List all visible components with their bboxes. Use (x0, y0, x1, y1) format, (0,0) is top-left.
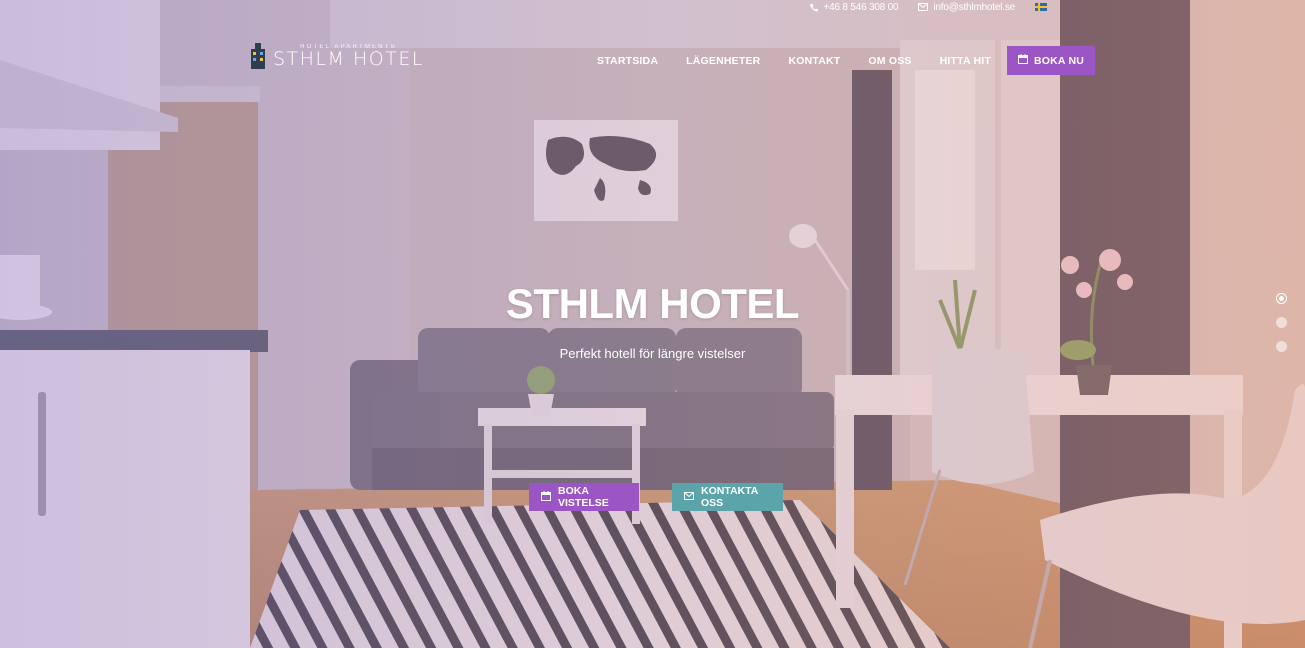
nav-item-hitta-hit[interactable]: HITTA HIT (926, 47, 1005, 75)
book-stay-label: BOKA VISTELSE (558, 485, 609, 509)
slider-dot-1[interactable] (1276, 293, 1287, 304)
envelope-icon (918, 2, 929, 12)
building-logo-icon (251, 43, 265, 69)
contact-us-button[interactable]: KONTAKTA OSS (672, 483, 783, 511)
hero-subtitle: Perfekt hotell för längre vistelser (559, 346, 746, 361)
swedish-flag-icon[interactable] (1035, 3, 1047, 11)
contact-us-label: KONTAKTA OSS (701, 485, 758, 509)
phone-icon (808, 2, 818, 12)
email-address: info@sthlmhotel.se (933, 1, 1015, 13)
logo-subtitle: HOTEL APARTMENTS (300, 43, 397, 50)
phone-number: +46 8 546 308 00 (823, 1, 899, 13)
logo-title: STHLM HOTEL (273, 47, 424, 70)
nav-item-lagenheter[interactable]: LÄGENHETER (672, 47, 774, 75)
main-navigation: STARTSIDA LÄGENHETER KONTAKT OM OSS HITT… (583, 46, 1096, 75)
calendar-icon (541, 490, 551, 504)
nav-item-startsida[interactable]: STARTSIDA (583, 47, 672, 75)
hero-title: STHLM HOTEL (505, 280, 800, 327)
nav-item-om-oss[interactable]: OM OSS (854, 47, 925, 75)
hero-section: +46 8 546 308 00 info@sthlmhotel.se HOTE… (0, 0, 1305, 648)
phone-contact[interactable]: +46 8 546 308 00 (808, 1, 899, 13)
email-contact[interactable]: info@sthlmhotel.se (918, 2, 1015, 13)
envelope-icon (684, 491, 694, 503)
book-now-button[interactable]: BOKA NU (1007, 46, 1096, 75)
top-contact-bar: +46 8 546 308 00 info@sthlmhotel.se (808, 0, 1047, 14)
slider-pagination (1276, 293, 1287, 352)
book-now-label: BOKA NU (1034, 54, 1085, 67)
calendar-icon (1018, 47, 1028, 75)
slider-dot-3[interactable] (1276, 341, 1287, 352)
slider-dot-2[interactable] (1276, 317, 1287, 328)
site-logo[interactable]: HOTEL APARTMENTS STHLM HOTEL (251, 43, 424, 69)
book-stay-button[interactable]: BOKA VISTELSE (529, 483, 639, 511)
nav-item-kontakt[interactable]: KONTAKT (774, 47, 854, 75)
